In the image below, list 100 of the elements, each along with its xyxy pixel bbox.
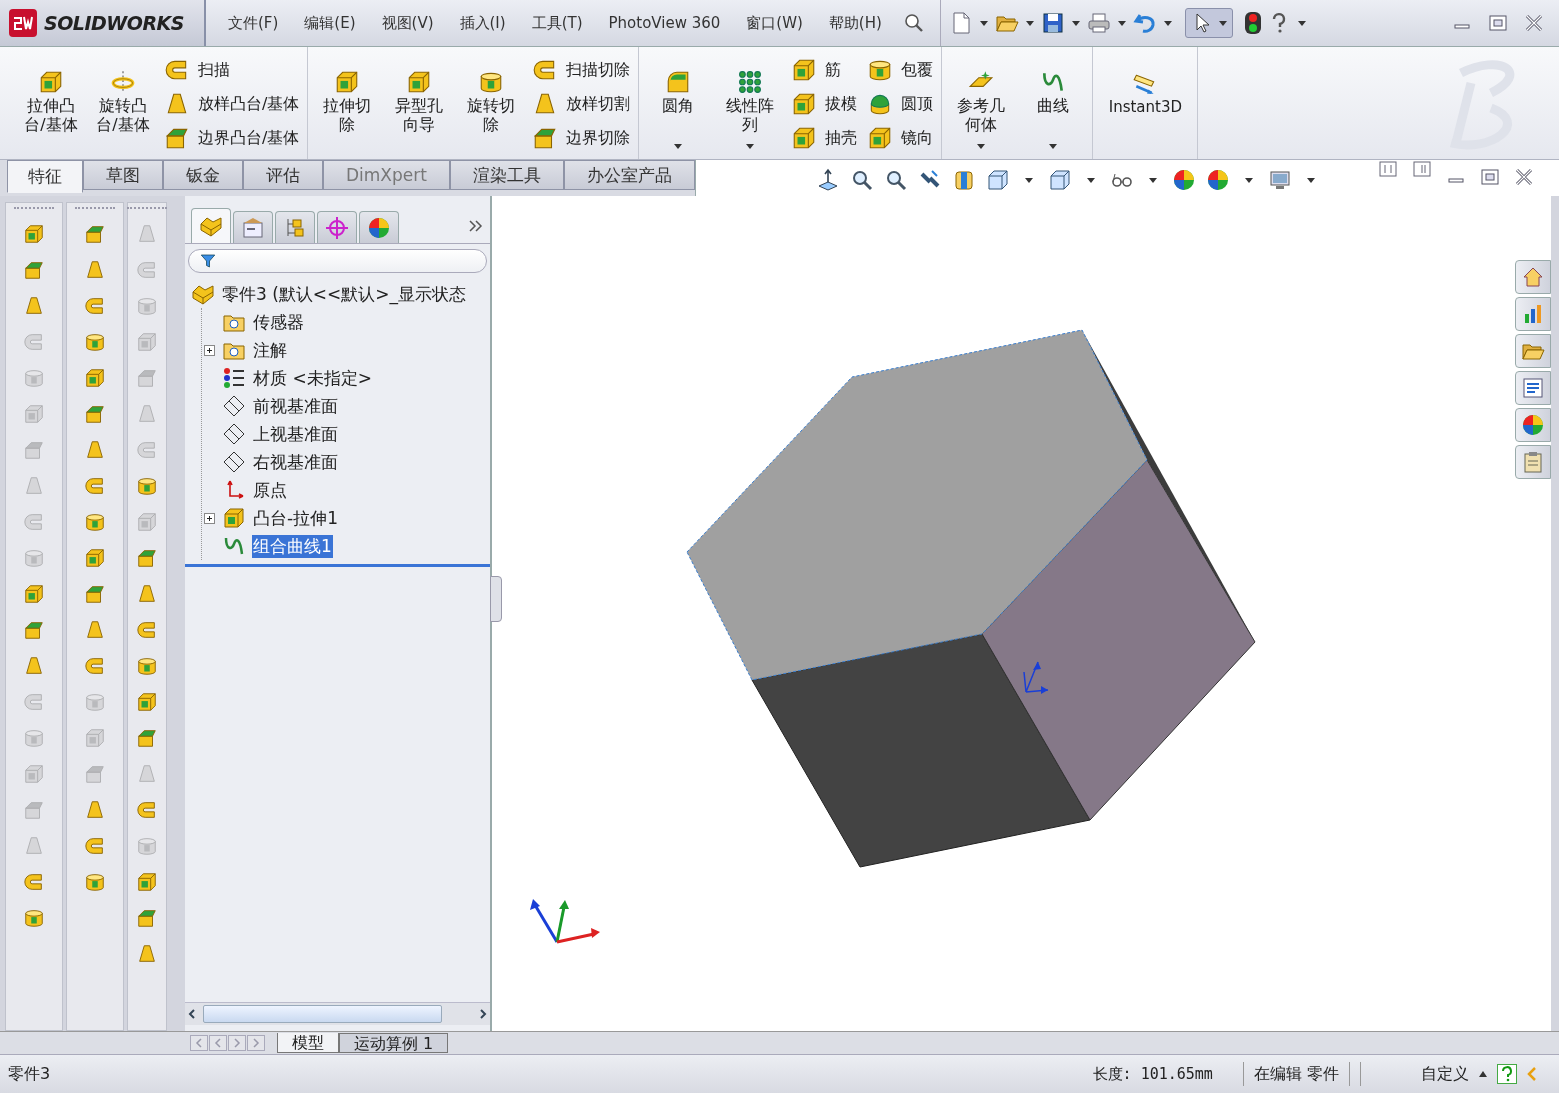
ribbon-button[interactable]: 筋 [791,53,858,87]
ribbon-button[interactable]: 圆角 [647,53,710,155]
tree-item[interactable]: 组合曲线1 [252,534,333,558]
open-box-icon [84,403,106,425]
panel-tab[interactable] [317,211,357,243]
bell-icon [84,799,106,821]
tab-navigation-icon[interactable] [190,1035,208,1051]
ribbon-button[interactable]: 圆顶 [867,87,934,121]
ribbon-button[interactable]: 旋转凸台/基体 [92,53,154,155]
expand-icon[interactable] [203,344,215,356]
maximize-icon[interactable] [1479,168,1501,186]
tree-item[interactable]: 注解 [252,338,288,362]
ribbon-button[interactable]: 曲线 [1022,53,1085,155]
menu-item[interactable]: 帮助(H) [828,13,882,33]
open-box-icon [23,799,45,821]
sheet-tab[interactable]: 模型 [277,1033,339,1053]
task-pane-tab[interactable] [1515,334,1551,368]
tab-navigation-icon[interactable] [228,1035,246,1051]
close-icon[interactable] [1513,168,1535,186]
help-icon[interactable] [1497,1064,1517,1084]
caret-up-icon[interactable] [1479,1071,1487,1077]
ribbon-button[interactable]: 放样切割 [532,87,631,121]
panel-tab[interactable] [359,211,399,243]
tree-item[interactable]: 前视基准面 [252,394,339,418]
ribbon-button[interactable]: 拉伸切除 [316,53,379,155]
menu-item[interactable]: PhotoView 360 [608,14,721,32]
home-icon [1521,265,1545,289]
ribbon-button[interactable]: 线性阵列 [719,53,782,155]
open-box-icon [23,619,45,641]
tree-item[interactable]: 凸台-拉伸1 [252,506,339,530]
command-tab[interactable]: 渲染工具 [449,160,564,190]
caret-icon [1025,20,1034,26]
chevron-right-icon[interactable] [468,219,484,233]
ribbon-button[interactable]: 镜向 [867,121,934,155]
tab-navigation-icon[interactable] [247,1035,265,1051]
tree-item[interactable]: 零件3 (默认<<默认>_显示状态 [221,282,468,306]
ribbon-button[interactable]: 扫描 [164,53,300,87]
c-shape-icon [84,655,106,677]
menu-item[interactable]: 窗口(W) [746,13,803,33]
task-pane-tab[interactable] [1515,371,1551,405]
ribbon-button[interactable]: 边界凸台/基体 [164,121,300,155]
menu-item[interactable]: 视图(V) [381,13,434,33]
panel-collapse-handle[interactable] [490,576,502,622]
ribbon-button[interactable]: 扫描切除 [532,53,631,87]
ribbon-button[interactable]: 拔模 [791,87,858,121]
ribbon-button[interactable]: 旋转切除 [460,53,523,155]
task-pane-tab[interactable] [1515,260,1551,294]
target-icon [325,215,349,240]
command-tab[interactable]: 办公室产品 [563,160,695,190]
menu-item[interactable]: 插入(I) [459,13,506,33]
maximize-icon[interactable] [1487,14,1509,32]
arrow-left-icon[interactable] [1527,1067,1537,1081]
caret-icon [1244,177,1253,183]
cylinder-icon [136,295,158,317]
cylinder-icon [136,835,158,857]
panel-tab[interactable] [191,208,231,243]
ribbon-button[interactable]: 放样凸台/基体 [164,87,300,121]
command-tab[interactable]: 钣金 [163,160,243,190]
tree-item[interactable]: 右视基准面 [252,450,339,474]
ribbon-button[interactable]: 参考几何体 [950,53,1013,155]
expand-icon[interactable] [203,512,215,524]
select-tool-button[interactable] [1184,8,1233,38]
task-pane-tab[interactable] [1515,297,1551,331]
tree-item[interactable]: 原点 [252,478,288,502]
task-pane-tab[interactable] [1515,445,1551,479]
command-tab[interactable]: 评估 [243,160,323,190]
tree-item[interactable]: 材质 <未指定> [252,366,373,390]
close-icon[interactable] [1523,14,1545,32]
ribbon-button[interactable]: 边界切除 [532,121,631,155]
panel-tab[interactable] [275,211,315,243]
menu-item[interactable]: 工具(T) [531,13,583,33]
tree-item[interactable]: 传感器 [252,310,305,334]
command-tab[interactable]: 草图 [83,160,163,190]
ribbon-button[interactable]: 包覆 [867,53,934,87]
ribbon-button[interactable]: 异型孔向导 [388,53,451,155]
tree-item[interactable]: 上视基准面 [252,422,339,446]
caret-icon [1148,177,1157,183]
ribbon-button[interactable]: 抽壳 [791,121,858,155]
sphere-icon [1171,168,1196,192]
tile-right-icon[interactable] [1411,160,1433,178]
ribbon-button[interactable]: Instant3D [1101,53,1190,155]
units-button[interactable]: 自定义 [1421,1063,1469,1085]
ribbon-button[interactable]: 拉伸凸台/基体 [20,53,82,155]
part-icon [191,282,215,306]
caret-icon [979,20,988,26]
cube-icon [222,506,246,530]
menu-item[interactable]: 编辑(E) [304,13,356,33]
part-icon [199,214,223,238]
command-tab[interactable]: 特征 [7,160,83,193]
sheet-tab[interactable]: 运动算例 1 [339,1033,449,1053]
tile-left-icon[interactable] [1377,160,1399,178]
caret-icon [1306,177,1315,183]
horizontal-scrollbar[interactable] [185,1002,490,1025]
material-icon [222,366,246,390]
panel-tab[interactable] [233,211,273,243]
task-pane-tab[interactable] [1515,408,1551,442]
menu-item[interactable]: 文件(F) [228,13,279,33]
cube-icon [136,511,158,533]
tab-navigation-icon[interactable] [209,1035,227,1051]
filter-field[interactable] [188,249,487,273]
